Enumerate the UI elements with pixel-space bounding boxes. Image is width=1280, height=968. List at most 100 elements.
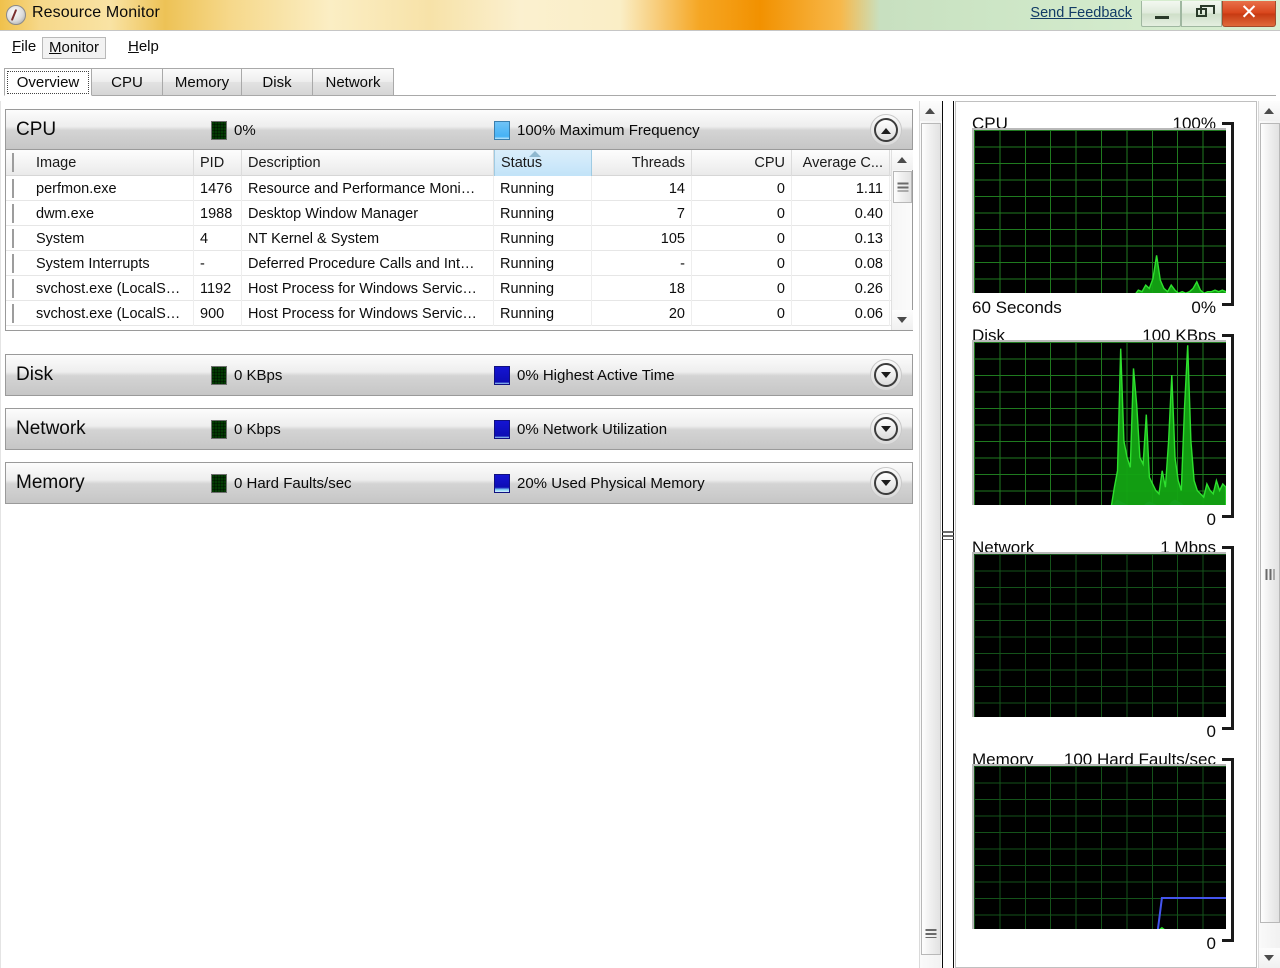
main-vertical-scrollbar[interactable] — [919, 101, 942, 968]
tab-network[interactable]: Network — [312, 68, 394, 96]
cell-image: perfmon.exe — [30, 176, 194, 201]
cell-pid: 900 — [194, 301, 242, 326]
select-all-checkbox[interactable] — [12, 153, 14, 172]
graph-series-area — [1159, 926, 1165, 929]
column-header-label: CPU — [754, 155, 785, 171]
menu-item-monitor[interactable]: Monitor — [42, 37, 107, 59]
cell-threads: 20 — [592, 301, 692, 326]
tab-cpu[interactable]: CPU — [91, 68, 163, 96]
column-header-label: Threads — [631, 155, 685, 171]
menu-bar: File Monitor Help — [0, 32, 1280, 64]
column-header-description[interactable]: Description — [242, 150, 494, 176]
table-row[interactable]: System 4 NT Kernel & System Running 105 0 0.13 — [6, 226, 912, 251]
column-header-status[interactable]: Status — [494, 150, 592, 176]
scroll-up-arrow[interactable] — [1259, 101, 1280, 121]
process-table-body: perfmon.exe 1476 Resource and Performance … — [6, 176, 912, 326]
graph-series-area — [1135, 255, 1226, 293]
section-stat-network-throughput: 0 Kbps — [211, 420, 281, 439]
row-checkbox[interactable] — [12, 279, 14, 298]
section-memory: Memory 0 Hard Faults/sec 20% Used Physic… — [5, 462, 913, 504]
cell-status: Running — [494, 201, 592, 226]
table-row[interactable]: svchost.exe (LocalS… 1192 Host Process for… — [6, 276, 912, 301]
process-table: Image PID Description Status Threads CPU Avera… — [6, 150, 913, 330]
cell-average-cpu: 0.13 — [792, 226, 890, 251]
column-header-label: Status — [501, 155, 543, 171]
column-header-threads[interactable]: Threads — [592, 150, 692, 176]
tab-label: Memory — [174, 73, 230, 91]
scroll-up-arrow[interactable] — [892, 150, 913, 170]
scroll-down-arrow[interactable] — [1259, 948, 1280, 968]
tab-memory[interactable]: Memory — [162, 68, 242, 96]
row-checkbox[interactable] — [12, 204, 14, 223]
blue-chip-icon — [494, 366, 510, 385]
cell-threads: 105 — [592, 226, 692, 251]
expand-button-disk[interactable] — [870, 359, 902, 391]
section-disk: Disk 0 KBps 0% Highest Active Time — [5, 354, 913, 396]
light-blue-chip-icon — [494, 121, 510, 140]
column-header-label: PID — [200, 155, 225, 171]
table-row[interactable]: System Interrupts - Deferred Procedure Cal… — [6, 251, 912, 276]
process-table-scrollbar[interactable] — [891, 150, 913, 330]
tab-overview[interactable]: Overview — [4, 68, 92, 96]
graph-series-layer — [1156, 897, 1226, 929]
section-header-network[interactable]: Network 0 Kbps 0% Network Utilization — [6, 409, 912, 449]
cell-threads: 18 — [592, 276, 692, 301]
blue-chip-icon — [494, 474, 510, 493]
disk-graph: Disk 100 KBps 0 — [956, 326, 1256, 534]
row-checkbox[interactable] — [12, 254, 14, 273]
scroll-thumb[interactable] — [921, 123, 941, 955]
window-title: Resource Monitor — [32, 4, 160, 21]
graph-x-axis-label: 60 Seconds — [972, 298, 1062, 317]
chevron-down-icon — [874, 417, 898, 441]
section-header-memory[interactable]: Memory 0 Hard Faults/sec 20% Used Physic… — [6, 463, 912, 503]
section-header-disk[interactable]: Disk 0 KBps 0% Highest Active Time — [6, 355, 912, 395]
cell-description: NT Kernel & System — [242, 226, 494, 251]
send-feedback-link[interactable]: Send Feedback — [1030, 5, 1132, 21]
table-row[interactable]: perfmon.exe 1476 Resource and Performance … — [6, 176, 912, 201]
section-stat-memory-hard-faults: 0 Hard Faults/sec — [211, 474, 352, 493]
column-header-image[interactable]: Image — [30, 150, 194, 176]
close-button[interactable]: ✕ — [1222, 1, 1276, 27]
column-header-label: Image — [36, 155, 77, 171]
graph-panel-scrollbar[interactable] — [1258, 101, 1280, 968]
section-stat-cpu-usage: 0% — [211, 121, 256, 140]
row-checkbox[interactable] — [12, 179, 14, 198]
expand-button-network[interactable] — [870, 413, 902, 445]
graph-min-label: 0 — [1206, 934, 1216, 953]
green-grid-chip-icon — [211, 474, 227, 493]
scroll-thumb[interactable] — [1260, 123, 1280, 923]
section-stat-value: 0 Hard Faults/sec — [234, 475, 352, 492]
minimize-button[interactable] — [1141, 1, 1181, 27]
restore-icon — [1196, 5, 1215, 17]
section-stat-disk-active-time: 0% Highest Active Time — [494, 366, 675, 385]
restore-button[interactable] — [1181, 1, 1222, 27]
tab-bar: Overview CPU Memory Disk Network — [0, 64, 1280, 100]
row-checkbox[interactable] — [12, 304, 14, 323]
collapse-button-cpu[interactable] — [870, 114, 902, 146]
column-header-cpu[interactable]: CPU — [692, 150, 792, 176]
cpu-graph: CPU 100% 60 Seconds 0% — [956, 114, 1256, 322]
column-header-pid[interactable]: PID — [194, 150, 242, 176]
section-header-cpu[interactable]: CPU 0% 100% Maximum Frequency — [6, 110, 912, 150]
menu-item-help[interactable]: Help — [122, 37, 165, 59]
scroll-thumb[interactable] — [893, 171, 912, 203]
row-checkbox[interactable] — [12, 229, 14, 248]
panel-splitter[interactable] — [942, 101, 954, 968]
graph-panel: CPU 100% 60 Seconds 0% Disk 100 KBps 0 Network 1… — [955, 101, 1257, 968]
cell-image: dwm.exe — [30, 201, 194, 226]
cell-status: Running — [494, 226, 592, 251]
table-row[interactable]: svchost.exe (LocalS… 900 Host Process for … — [6, 301, 912, 326]
chevron-up-icon — [874, 118, 898, 142]
menu-item-file[interactable]: File — [6, 37, 42, 59]
cell-cpu: 0 — [692, 276, 792, 301]
graph-series-line — [1156, 897, 1226, 929]
expand-button-memory[interactable] — [870, 467, 902, 499]
tab-disk[interactable]: Disk — [241, 68, 313, 96]
table-row[interactable]: dwm.exe 1988 Desktop Window Manager Running… — [6, 201, 912, 226]
scroll-down-arrow[interactable] — [892, 310, 913, 330]
section-cpu: CPU 0% 100% Maximum Frequency Image PID De… — [5, 109, 913, 331]
scroll-up-arrow[interactable] — [920, 101, 942, 121]
column-header-average-c[interactable]: Average C... — [792, 150, 890, 176]
graph-scale-bracket — [1222, 334, 1234, 518]
cell-threads: 14 — [592, 176, 692, 201]
